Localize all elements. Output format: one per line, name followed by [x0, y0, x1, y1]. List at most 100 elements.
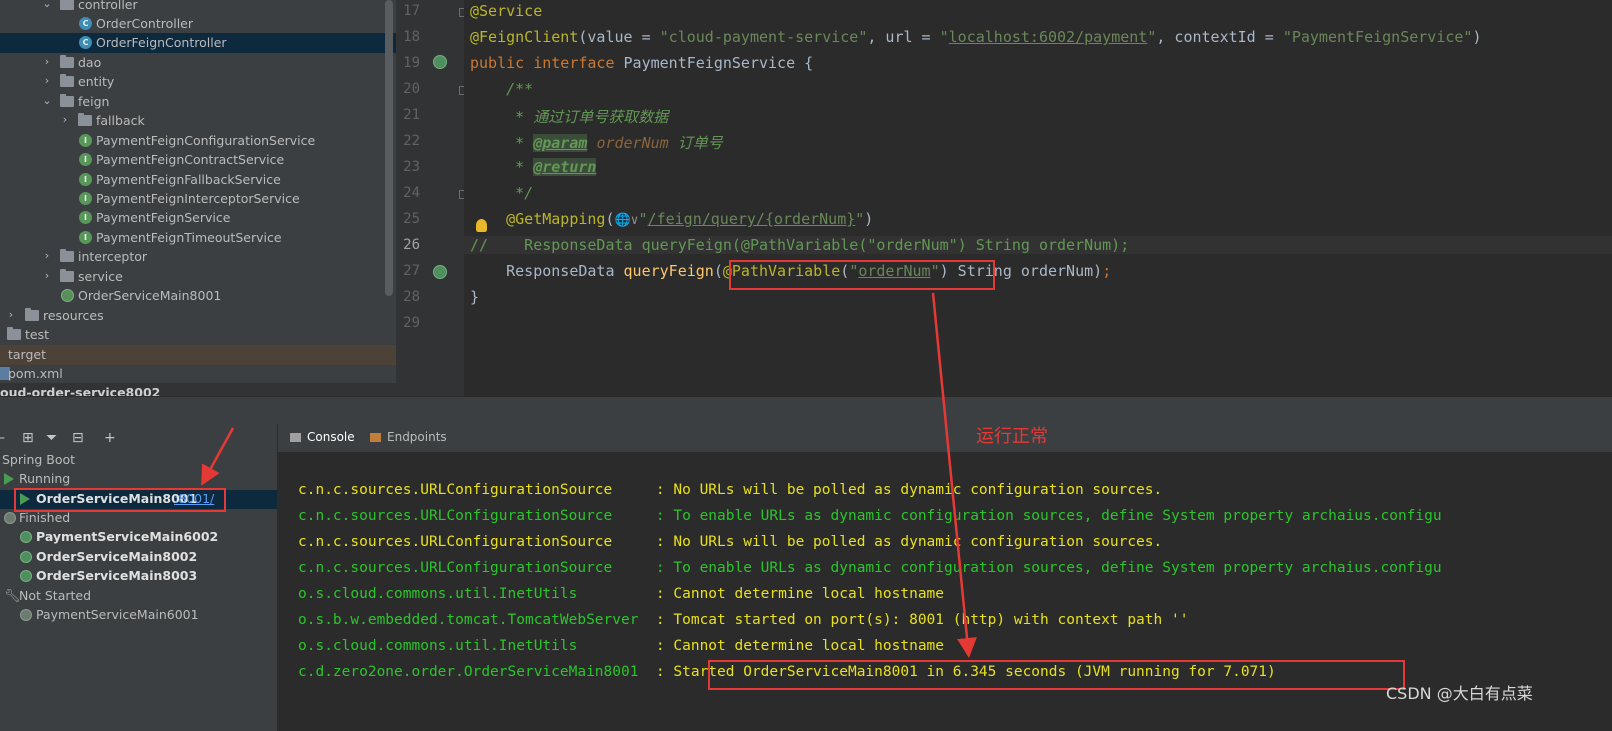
spring-boot-icon: [20, 551, 32, 563]
tree-item-paymentfeigncontractservice[interactable]: I PaymentFeignContractService: [0, 150, 396, 170]
line-number: 19: [403, 55, 420, 71]
line-number: 20: [403, 81, 420, 97]
chevron-right-icon[interactable]: ›: [42, 73, 52, 89]
tree-scrollbar[interactable]: [385, 0, 393, 296]
line-number: 23: [403, 159, 420, 175]
tree-item-ordercontroller[interactable]: C OrderController: [0, 14, 396, 34]
class-icon: C: [79, 17, 92, 30]
tree-item-paymentfeignfallbackservice[interactable]: I PaymentFeignFallbackService: [0, 170, 396, 190]
interface-icon: I: [79, 153, 92, 166]
code-editor[interactable]: @Service @FeignClient(value = "cloud-pay…: [464, 0, 1612, 410]
code-line-18: @FeignClient(value = "cloud-payment-serv…: [470, 28, 1482, 46]
tree-item-orderservicemain8001[interactable]: OrderServiceMain8001: [0, 286, 396, 306]
endpoint-globe-icon[interactable]: 🌐∨: [615, 213, 639, 228]
running-icon: [4, 473, 14, 485]
filter-icon[interactable]: ⏷: [46, 430, 57, 446]
spring-bean-gutter-icon[interactable]: [433, 265, 447, 279]
tree-item-paymentfeigntimeoutservice[interactable]: I PaymentFeignTimeoutService: [0, 228, 396, 248]
endpoints-icon: [370, 433, 381, 442]
line-number: 18: [403, 29, 420, 45]
url-link[interactable]: localhost:6002/payment: [949, 28, 1148, 46]
tree-item-test[interactable]: test: [0, 325, 396, 345]
tree-item-controller[interactable]: ⌄ controller: [0, 0, 396, 15]
chevron-down-icon[interactable]: ⌄: [42, 93, 52, 109]
service-item-not-started[interactable]: PaymentServiceMain6001: [0, 606, 277, 625]
highlight-box-started-log: [708, 660, 1405, 690]
chevron-right-icon[interactable]: ›: [42, 248, 52, 264]
console-line: o.s.cloud.commons.util.InetUtils : Canno…: [298, 586, 945, 602]
interface-icon: I: [79, 192, 92, 205]
class-icon: C: [79, 36, 92, 49]
line-number: 25: [403, 211, 420, 227]
line-number: 21: [403, 107, 420, 123]
code-line-23: * @return: [470, 158, 597, 176]
tree-item-paymentfeigninterceptorservice[interactable]: I PaymentFeignInterceptorService: [0, 189, 396, 209]
tree-item-resources[interactable]: › resources: [0, 306, 396, 326]
service-group-spring-boot[interactable]: Spring Boot: [0, 451, 277, 470]
annotation-note: 运行正常: [976, 426, 1048, 447]
service-item-finished[interactable]: OrderServiceMain8002: [0, 548, 277, 567]
code-line-25: @GetMapping(🌐∨"/feign/query/{orderNum}"): [506, 210, 874, 228]
tree-item-target[interactable]: target: [0, 345, 396, 365]
service-item-finished[interactable]: OrderServiceMain8003: [0, 567, 277, 586]
tree-item-feign[interactable]: ⌄ feign: [0, 92, 396, 112]
code-line-28: }: [470, 288, 480, 306]
tab-endpoints[interactable]: Endpoints: [370, 430, 447, 444]
tree-item-orderfeigncontroller[interactable]: C OrderFeignController: [0, 33, 396, 53]
folder-icon: [60, 55, 74, 68]
folder-icon: [60, 0, 74, 10]
folder-icon: [25, 308, 39, 321]
spring-boot-icon: [20, 531, 32, 543]
mapping-path[interactable]: /feign/query/{orderNum}: [648, 210, 856, 228]
line-number: 17: [403, 3, 420, 19]
line-number: 28: [403, 289, 420, 305]
chevron-right-icon[interactable]: ›: [60, 112, 70, 128]
tree-item-paymentfeignconfigurationservice[interactable]: I PaymentFeignConfigurationService: [0, 131, 396, 151]
console-icon: [290, 433, 301, 442]
folder-icon: [60, 74, 74, 87]
tree-item-fallback[interactable]: › fallback: [0, 111, 396, 131]
spring-boot-icon: [20, 570, 32, 582]
console-line: o.s.cloud.commons.util.InetUtils : Canno…: [298, 638, 945, 654]
spring-boot-class-icon: [61, 289, 74, 302]
code-line-19: public interface PaymentFeignService {: [470, 54, 814, 72]
service-group-not-started[interactable]: 🔧︎ Not Started: [0, 587, 277, 606]
services-panel: – ⊞ ⏷ ⊟ + Spring Boot Running OrderServi…: [0, 424, 278, 731]
chevron-right-icon[interactable]: ›: [42, 54, 52, 70]
service-item-finished[interactable]: PaymentServiceMain6002: [0, 528, 277, 547]
code-line-22: * @param orderNum 订单号: [470, 134, 723, 152]
highlight-box-pathvariable: [729, 260, 995, 290]
line-number: 22: [403, 133, 420, 149]
lightbulb-icon[interactable]: [476, 219, 487, 232]
line-number: 29: [403, 315, 420, 331]
spring-bean-gutter-icon[interactable]: [433, 55, 447, 69]
console-line: c.n.c.sources.URLConfigurationSource : T…: [298, 508, 1442, 524]
folder-icon: [60, 249, 74, 262]
chevron-right-icon[interactable]: ›: [6, 307, 16, 323]
code-line-24: */: [470, 184, 534, 202]
tree-item-pom-xml[interactable]: pom.xml: [0, 364, 396, 384]
line-number: 26: [403, 237, 420, 253]
tree-item-service[interactable]: › service: [0, 267, 396, 287]
interface-icon: I: [79, 173, 92, 186]
tree-item-dao[interactable]: › dao: [0, 53, 396, 73]
code-line-20: /**: [470, 80, 534, 98]
layout-icon[interactable]: ⊟: [72, 430, 84, 446]
tab-console[interactable]: Console: [290, 430, 355, 444]
panel-divider[interactable]: [0, 396, 1612, 425]
chevron-right-icon[interactable]: ›: [42, 268, 52, 284]
collapse-icon[interactable]: –: [0, 430, 5, 446]
group-icon[interactable]: ⊞: [22, 430, 34, 446]
chevron-down-icon[interactable]: ⌄: [42, 0, 52, 12]
console-line: c.n.c.sources.URLConfigurationSource : N…: [298, 534, 1163, 550]
finished-icon: [4, 512, 16, 524]
tree-item-paymentfeignservice[interactable]: I PaymentFeignService: [0, 208, 396, 228]
console-line: o.s.b.w.embedded.tomcat.TomcatWebServer …: [298, 612, 1189, 628]
tree-item-entity[interactable]: › entity: [0, 72, 396, 92]
service-group-running[interactable]: Running: [0, 470, 277, 489]
console-line: c.n.c.sources.URLConfigurationSource : N…: [298, 482, 1163, 498]
console-line: c.n.c.sources.URLConfigurationSource : T…: [298, 560, 1442, 576]
tree-item-interceptor[interactable]: › interceptor: [0, 247, 396, 267]
add-icon[interactable]: +: [104, 430, 116, 446]
watermark: CSDN @大白有点菜: [1386, 684, 1533, 703]
